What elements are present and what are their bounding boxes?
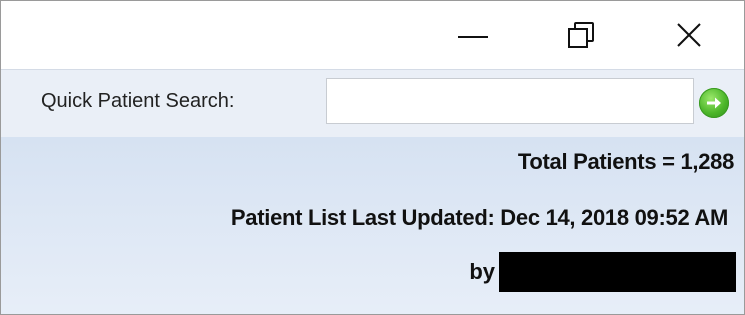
app-window: Quick Patient Search: Total Patients = 1… <box>0 0 745 315</box>
minimize-button[interactable] <box>441 1 505 69</box>
close-icon <box>677 23 701 47</box>
close-button[interactable] <box>657 1 721 69</box>
patient-list-info-panel: Total Patients = 1,288 Patient List Last… <box>1 137 744 314</box>
restore-icon <box>568 22 594 48</box>
total-patients-text: Total Patients = 1,288 <box>517 149 734 174</box>
search-label: Quick Patient Search: <box>41 90 235 112</box>
redacted-user-name <box>499 252 736 292</box>
by-label: by <box>469 259 495 284</box>
search-go-button[interactable] <box>699 88 729 118</box>
minimize-icon <box>458 36 488 38</box>
patient-search-input[interactable] <box>326 78 694 124</box>
title-bar <box>1 1 744 69</box>
updated-by-row: by <box>469 252 736 292</box>
last-updated-text: Patient List Last Updated: Dec 14, 2018 … <box>230 205 728 230</box>
restore-button[interactable] <box>549 1 613 69</box>
arrow-right-icon <box>707 97 721 109</box>
quick-search-bar: Quick Patient Search: <box>1 69 744 138</box>
